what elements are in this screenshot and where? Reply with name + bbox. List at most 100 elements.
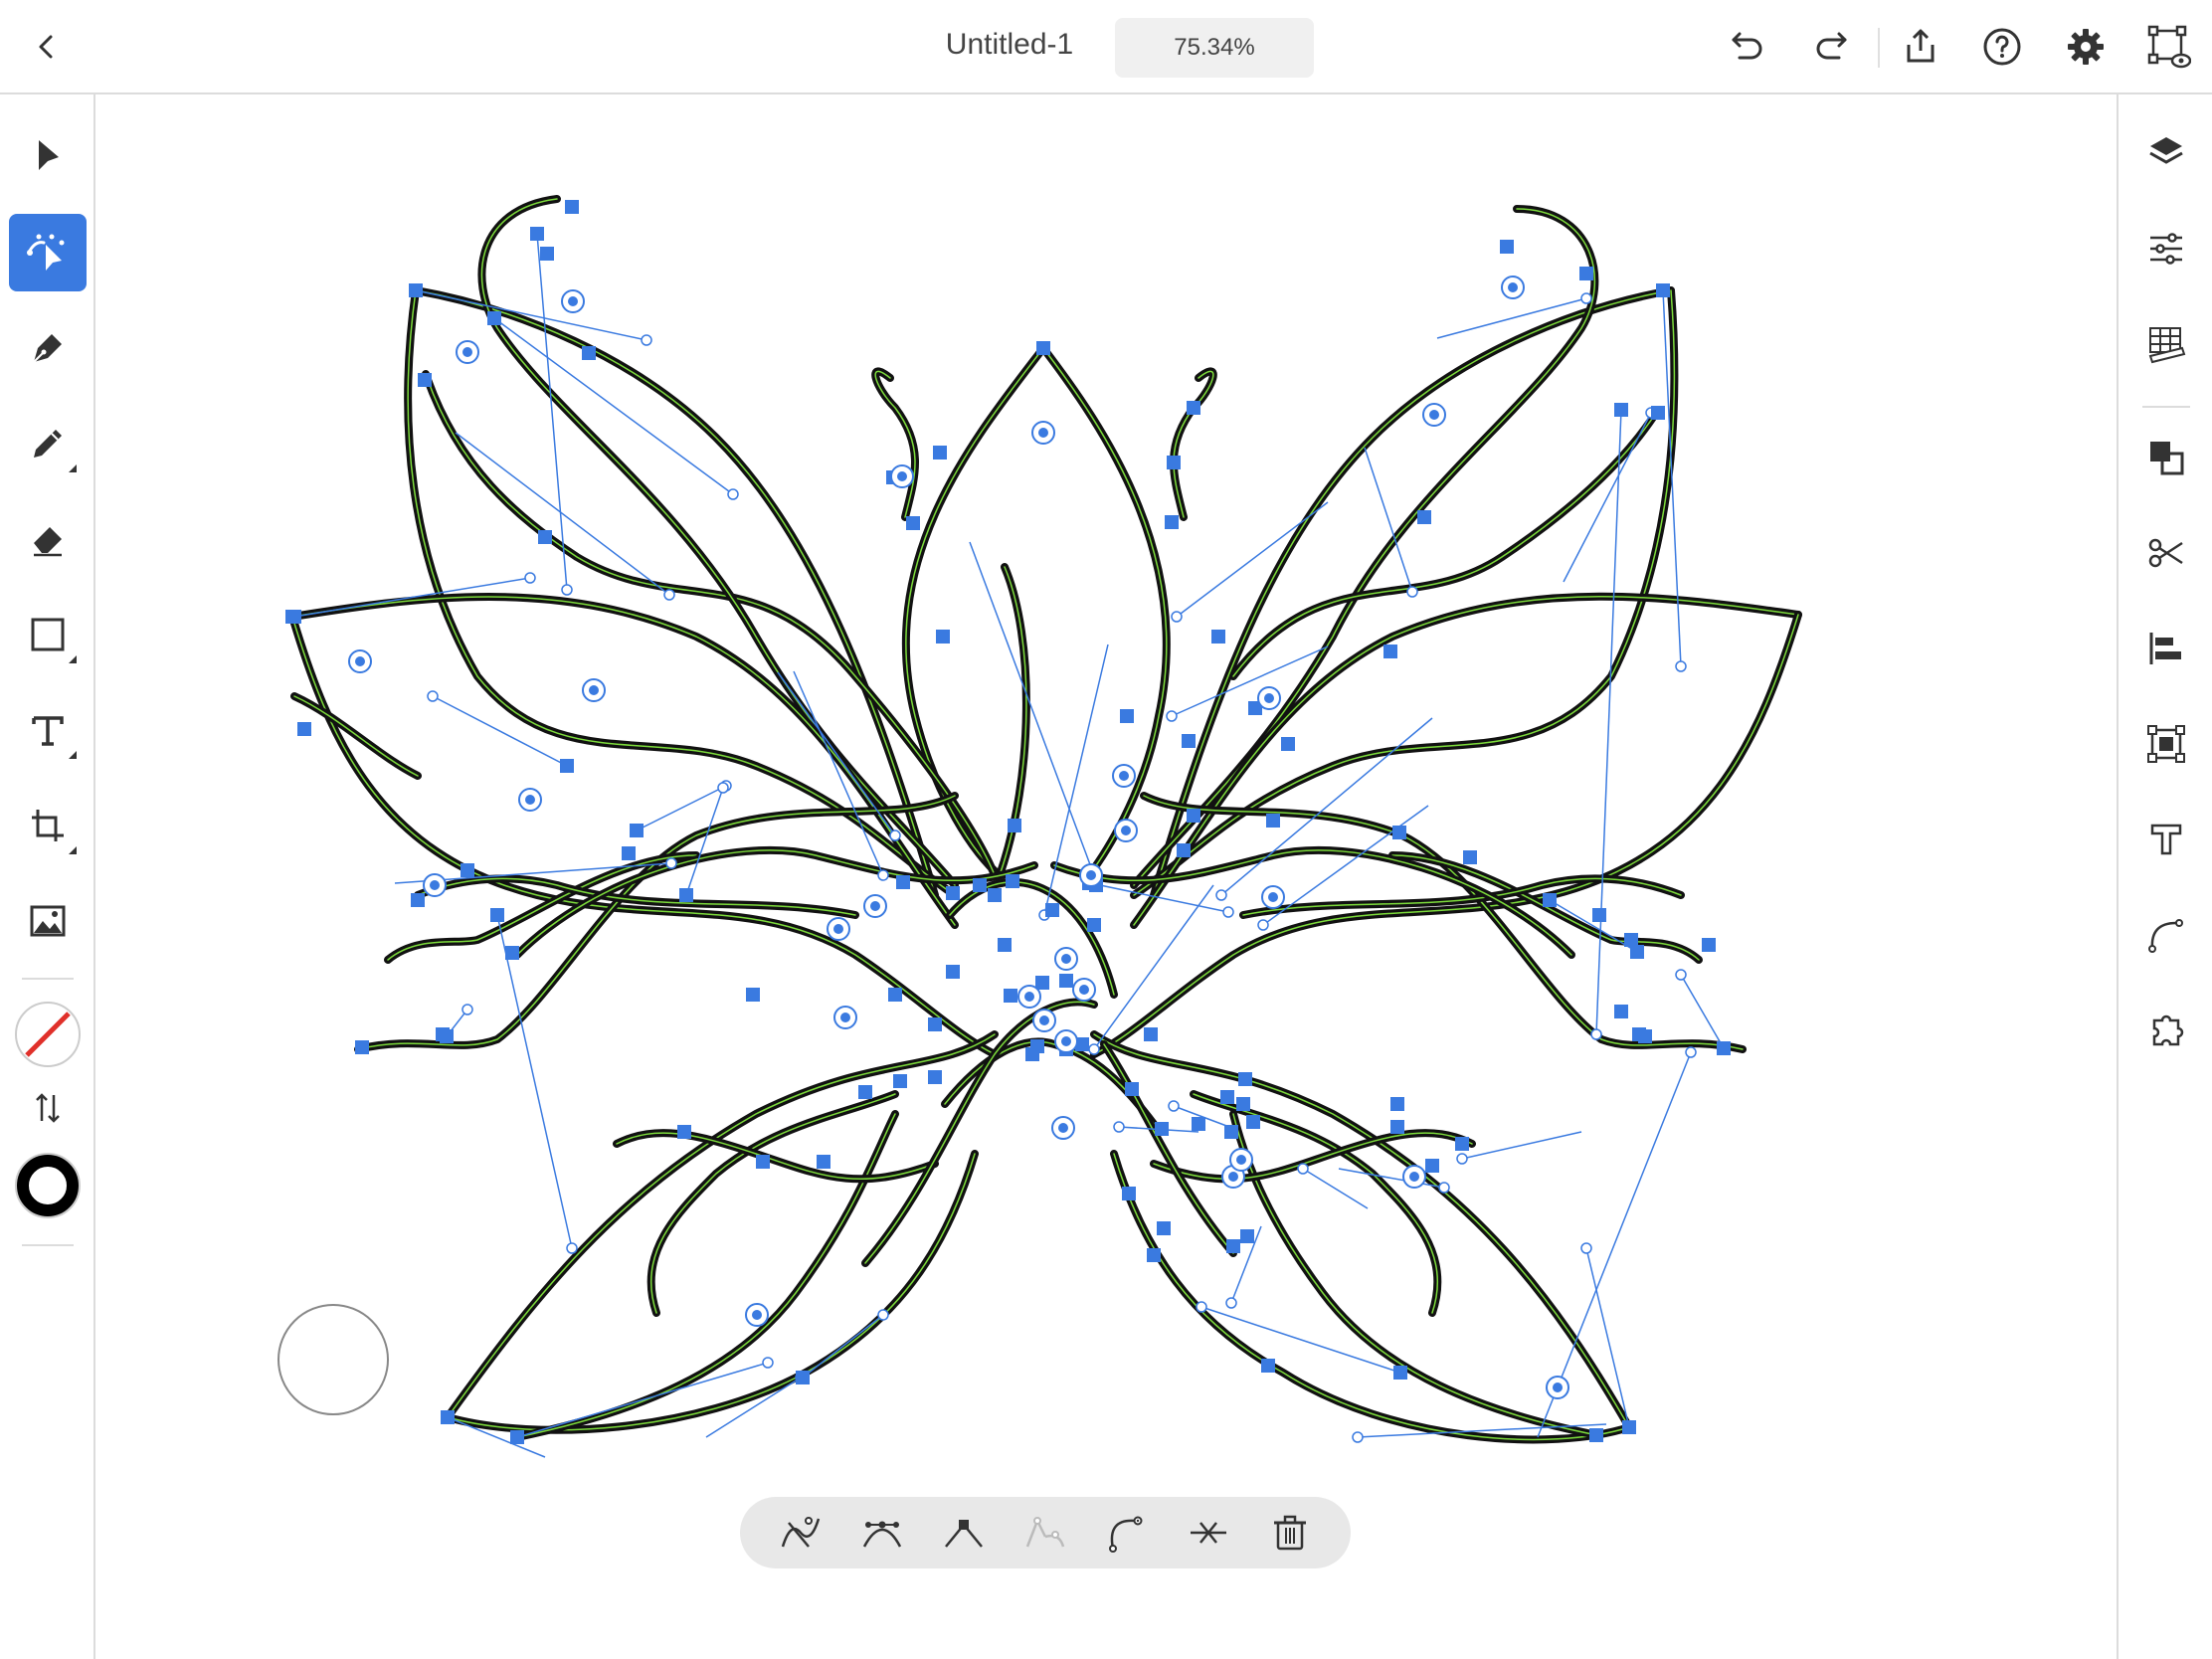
anchor-point[interactable]	[1463, 850, 1477, 864]
anchor-point[interactable]	[1238, 1072, 1252, 1086]
anchor-point[interactable]	[1589, 1428, 1603, 1442]
bezier-handle-point[interactable]	[663, 589, 675, 601]
bezier-handle-point[interactable]	[717, 782, 729, 794]
anchor-point[interactable]	[1177, 843, 1191, 857]
anchor-point[interactable]	[1167, 456, 1181, 469]
anchor-point[interactable]	[510, 1430, 524, 1444]
bezier-handle-point[interactable]	[1222, 906, 1234, 918]
anchor-point[interactable]	[565, 200, 579, 214]
anchor-point[interactable]	[888, 988, 902, 1002]
scissors-button[interactable]	[2138, 525, 2194, 581]
transform-tool[interactable]	[9, 787, 87, 864]
anchor-point[interactable]	[1087, 918, 1101, 932]
selection-tool[interactable]	[9, 116, 87, 194]
anchor-point[interactable]	[1702, 938, 1716, 952]
anchor-point[interactable]	[928, 1017, 942, 1031]
anchor-point[interactable]	[1281, 737, 1295, 751]
anchor-point[interactable]	[285, 610, 299, 624]
anchor-point[interactable]	[988, 888, 1002, 902]
bezier-handle-point[interactable]	[1225, 1297, 1237, 1309]
artwork-path[interactable]	[1130, 205, 1599, 889]
artwork-path[interactable]	[1130, 592, 1802, 929]
anchor-point[interactable]	[1383, 645, 1397, 658]
anchor-point[interactable]	[1192, 1117, 1205, 1131]
anchor-point[interactable]	[1036, 341, 1050, 355]
bezier-handle-point[interactable]	[1675, 660, 1687, 672]
anchor-point[interactable]	[418, 373, 432, 387]
anchor-point[interactable]	[1630, 945, 1644, 959]
artwork-path[interactable]	[901, 344, 1047, 879]
bezier-handle-point[interactable]	[1590, 1028, 1602, 1040]
anchor-point[interactable]	[858, 1085, 872, 1099]
anchor-point[interactable]	[411, 893, 425, 907]
bezier-handle-point[interactable]	[877, 869, 889, 881]
bezier-handle-point[interactable]	[1406, 586, 1418, 598]
anchor-point[interactable]	[1224, 1125, 1238, 1139]
anchor-point[interactable]	[530, 227, 544, 241]
artwork-path[interactable]	[1229, 1110, 1601, 1439]
anchor-point[interactable]	[1187, 809, 1200, 823]
anchor-point[interactable]	[1455, 1137, 1469, 1151]
anchor-point[interactable]	[297, 722, 311, 736]
anchor-point[interactable]	[1717, 1041, 1731, 1055]
anchor-point[interactable]	[1004, 989, 1017, 1003]
bezier-handle-point[interactable]	[1196, 1301, 1207, 1313]
anchor-point[interactable]	[538, 530, 552, 544]
repeat-button[interactable]	[2138, 716, 2194, 772]
bezier-handle-point[interactable]	[665, 857, 677, 869]
bezier-handle-point[interactable]	[1456, 1153, 1468, 1165]
combine-shapes-button[interactable]	[2138, 430, 2194, 485]
artwork-path[interactable]	[1140, 792, 1747, 1053]
anchor-point[interactable]	[973, 878, 987, 892]
anchor-point[interactable]	[1236, 1097, 1250, 1111]
eraser-tool[interactable]	[9, 500, 87, 578]
type-tool[interactable]	[9, 691, 87, 769]
anchor-point[interactable]	[1155, 1122, 1169, 1136]
preview-button[interactable]	[2144, 22, 2194, 72]
anchor-point[interactable]	[1147, 1248, 1161, 1262]
artwork-path[interactable]	[412, 286, 939, 899]
anchor-point[interactable]	[1614, 1005, 1628, 1018]
bezier-handle-point[interactable]	[1166, 710, 1178, 722]
anchor-point[interactable]	[1261, 1359, 1275, 1373]
anchor-point[interactable]	[1543, 893, 1557, 907]
direct-selection-tool[interactable]	[9, 214, 87, 291]
anchor-point[interactable]	[1008, 819, 1021, 832]
anchor-point[interactable]	[679, 888, 693, 902]
simplify-path-button[interactable]	[771, 1503, 830, 1563]
anchor-point[interactable]	[461, 863, 474, 877]
anchor-point[interactable]	[893, 1074, 907, 1088]
bezier-handle-point[interactable]	[877, 1309, 889, 1321]
stroke-color-swatch[interactable]	[9, 1147, 87, 1224]
join-path-button[interactable]	[1097, 1503, 1157, 1563]
plugins-button[interactable]	[2138, 1003, 2194, 1058]
anchor-point[interactable]	[928, 1070, 942, 1084]
bezier-handle-point[interactable]	[727, 488, 739, 500]
anchor-point[interactable]	[756, 1155, 770, 1169]
anchor-point[interactable]	[560, 759, 574, 773]
anchor-point[interactable]	[622, 846, 636, 860]
corner-anchor-button[interactable]	[934, 1503, 994, 1563]
document-title[interactable]: Untitled-1	[915, 28, 1104, 62]
artboard-canvas[interactable]	[95, 94, 2117, 1659]
anchor-point[interactable]	[1125, 1082, 1139, 1096]
artwork-path[interactable]	[946, 877, 1118, 999]
anchor-point[interactable]	[1632, 1027, 1646, 1041]
anchor-point[interactable]	[1240, 1229, 1254, 1243]
anchor-point[interactable]	[540, 247, 554, 261]
anchor-point[interactable]	[1187, 401, 1200, 415]
bezier-handle-point[interactable]	[1675, 969, 1687, 981]
bezier-handle-point[interactable]	[1215, 889, 1227, 901]
anchor-point[interactable]	[796, 1371, 810, 1384]
anchor-point[interactable]	[630, 824, 644, 837]
anchor-point[interactable]	[906, 516, 920, 530]
artwork-path[interactable]	[871, 367, 919, 521]
help-button[interactable]	[1977, 22, 2027, 72]
artwork-path[interactable]	[444, 1150, 979, 1434]
anchor-point[interactable]	[1144, 1027, 1158, 1041]
anchor-point[interactable]	[1393, 1366, 1407, 1380]
anchor-point[interactable]	[409, 283, 423, 297]
settings-button[interactable]	[2061, 22, 2111, 72]
undo-button[interactable]	[1721, 22, 1770, 72]
anchor-point[interactable]	[1211, 630, 1225, 644]
